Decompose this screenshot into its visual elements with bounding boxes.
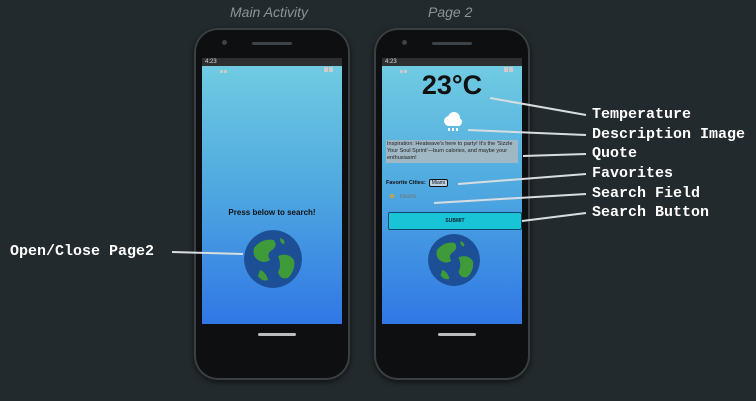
line-description-image: [467, 129, 587, 136]
line-quote: [522, 153, 587, 157]
annotation-open-close-page2: Open/Close Page2: [10, 243, 155, 260]
annotation-search-button: Search Button: [592, 204, 710, 221]
line-temperature: [489, 97, 587, 116]
line-search-field: [433, 193, 587, 204]
annotation-quote: Quote: [592, 145, 638, 162]
line-open-close: [171, 251, 244, 255]
line-favorites: [457, 173, 587, 185]
annotation-description-image: Description Image: [592, 126, 746, 143]
line-search-button: [521, 212, 587, 222]
annotation-temperature: Temperature: [592, 106, 692, 123]
annotation-search-field: Search Field: [592, 185, 701, 202]
annotation-favorites: Favorites: [592, 165, 674, 182]
